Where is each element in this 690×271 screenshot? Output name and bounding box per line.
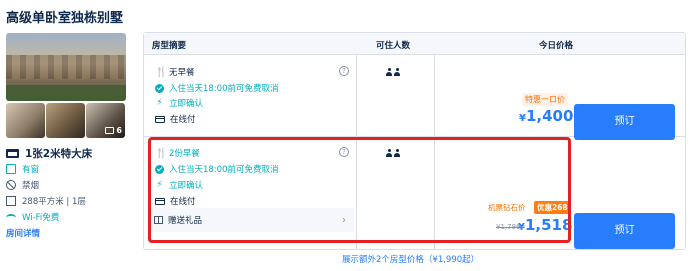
room-detail-link[interactable]: 房间详情 [6, 227, 40, 239]
lightning-icon: ⚡ [156, 98, 163, 108]
room-thumbnail[interactable] [46, 103, 85, 138]
guest-count [386, 68, 400, 76]
feature-no-smoking: 禁烟 [6, 179, 39, 191]
cancel-label[interactable]: 入住当天18:00前可免费取消 [169, 82, 279, 94]
area-icon [6, 196, 16, 206]
wifi-icon [6, 213, 16, 221]
feature-wifi: Wi-Fi免费 [6, 211, 59, 223]
price-value: 1,400 [525, 107, 574, 125]
feature-label: Wi-Fi免费 [22, 213, 60, 223]
header-guests: 可住人数 [376, 41, 411, 51]
room-title: 高级单卧室独栋别墅 [6, 11, 124, 26]
bed-icon [6, 149, 19, 158]
cancel-policy: 入住当天18:00前可免费取消 [155, 82, 279, 94]
payment-label: 在线付 [170, 115, 196, 125]
room-thumbnail[interactable] [6, 103, 45, 138]
room-main-photo[interactable] [6, 33, 126, 101]
currency-symbol: ¥ [519, 113, 526, 124]
photo-count-label: 6 [116, 126, 122, 135]
info-icon[interactable]: ? [339, 66, 349, 76]
no-smoking-icon [6, 180, 16, 190]
feature-label: 288平方米 | 1层 [22, 197, 86, 207]
instant-confirm: ⚡ 立即确认 [155, 97, 203, 109]
header-price: 今日价格 [539, 41, 574, 51]
more-rates-link[interactable]: 展示额外2个房型价格（¥1,990起） [342, 253, 479, 265]
person-icon [394, 68, 400, 76]
window-icon [6, 164, 16, 174]
deal-tag: 特惠一口价 [522, 93, 568, 106]
payment-line: 在线付 [155, 113, 196, 125]
bed-label: 1张2米特大床 [25, 148, 93, 160]
book-button[interactable]: 预订 [574, 104, 675, 140]
room-thumbnail-more[interactable]: 6 [86, 103, 125, 138]
confirm-label: 立即确认 [169, 99, 204, 109]
person-icon [386, 68, 392, 76]
meal-line: 🍴 无早餐 [155, 66, 195, 79]
feature-area: 288平方米 | 1层 [6, 195, 86, 207]
meal-label: 无早餐 [169, 68, 195, 78]
no-breakfast-icon: 🍴 [155, 66, 168, 78]
feature-window: 有窗 [6, 163, 39, 175]
rate-table-header: 房型摘要 可住人数 今日价格 [144, 33, 685, 55]
check-icon [155, 83, 164, 93]
card-icon [155, 115, 165, 123]
book-button[interactable]: 预订 [574, 213, 675, 249]
feature-label: 有窗 [22, 165, 40, 175]
feature-label: 禁烟 [22, 181, 40, 191]
picture-icon [105, 127, 115, 134]
highlight-box [148, 137, 571, 243]
header-summary: 房型摘要 [152, 41, 187, 51]
photo-count: 6 [105, 126, 122, 135]
bed-info: 1张2米特大床 [6, 146, 92, 161]
price-row-1: ¥1,400 [519, 107, 573, 125]
